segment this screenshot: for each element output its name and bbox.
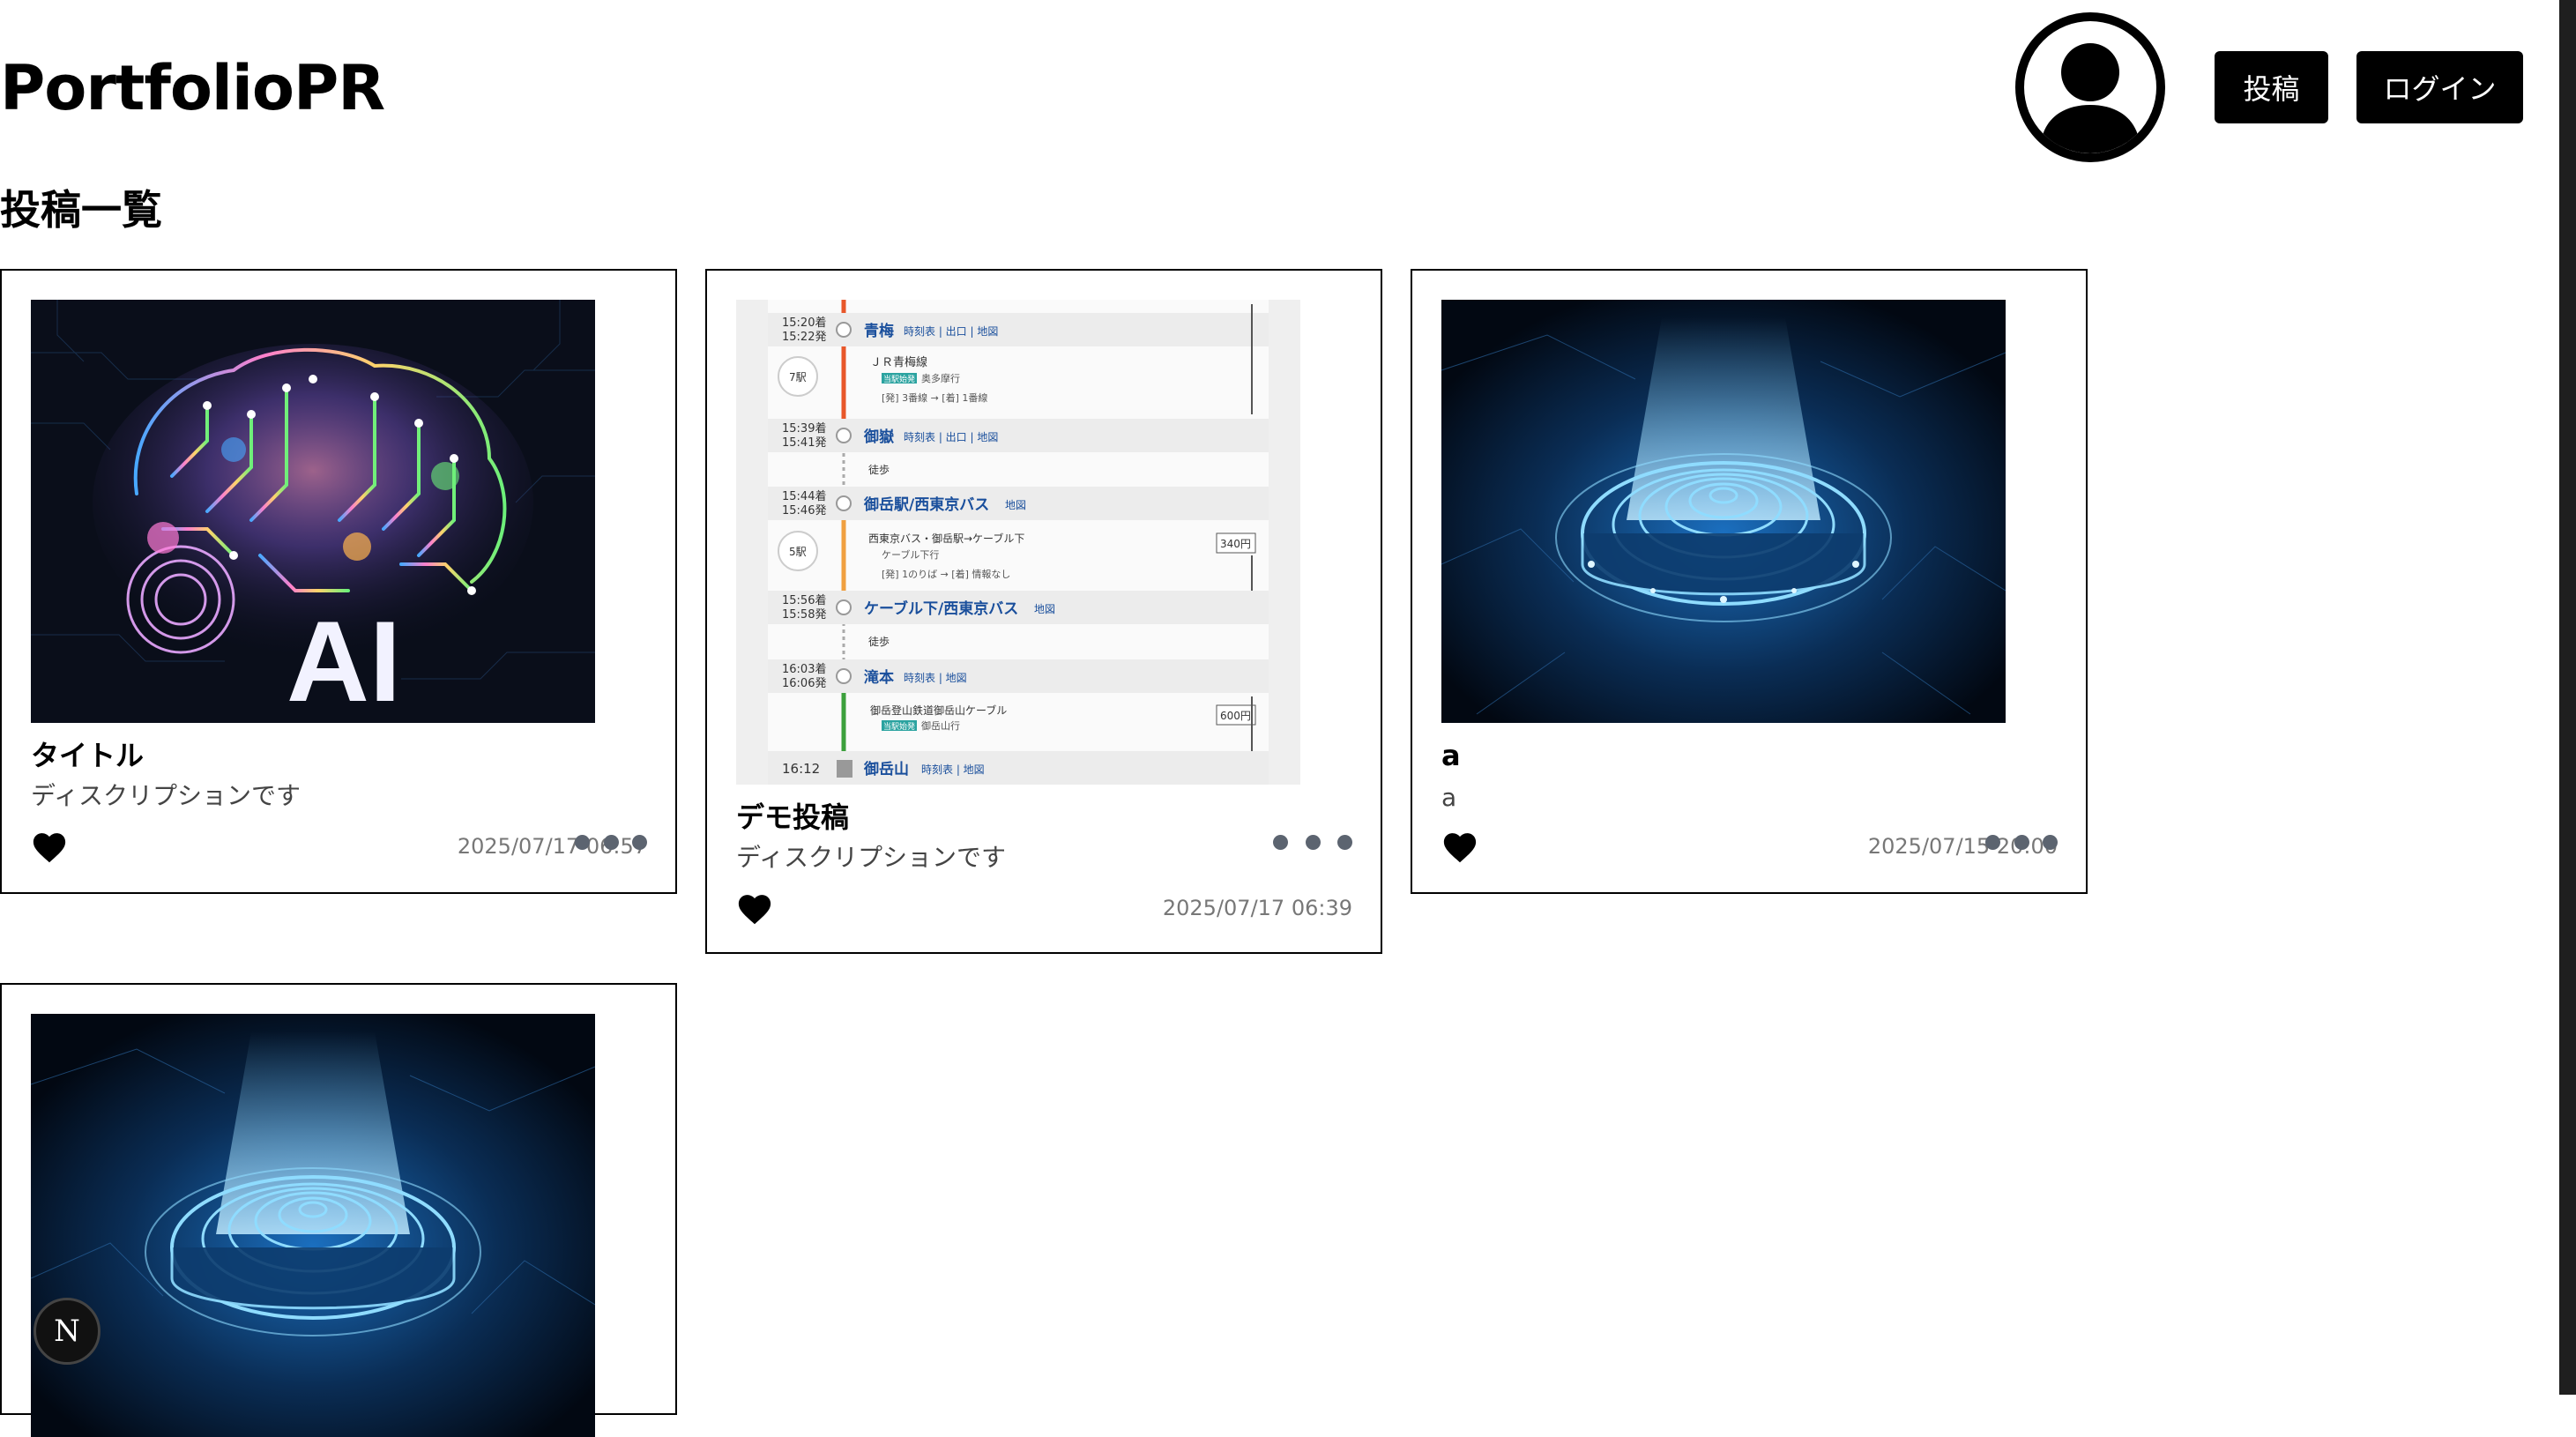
station-name[interactable]: 滝本: [864, 668, 894, 687]
post-card[interactable]: [0, 983, 677, 1437]
more-options-icon[interactable]: [575, 833, 647, 851]
station-links[interactable]: 地図: [1034, 603, 1055, 615]
more-options-icon[interactable]: [1985, 833, 2058, 851]
line-destination: 奥多摩行: [921, 372, 960, 384]
station-links[interactable]: 時刻表 | 地図: [904, 672, 967, 684]
fare-label: 600円: [1220, 710, 1251, 722]
cyber-hologram-platform-image: [31, 1014, 595, 1437]
station-name[interactable]: 御岳駅/西東京バス: [863, 495, 989, 514]
user-avatar-icon[interactable]: [2015, 12, 2165, 162]
dev-tools-badge[interactable]: N: [34, 1298, 101, 1365]
walk-label: 徒歩: [868, 463, 890, 476]
line-name: 西東京バス・御岳駅→ケーブル下: [868, 532, 1024, 545]
page-heading: 投稿一覧: [0, 186, 162, 234]
station-name[interactable]: 御嶽: [863, 428, 895, 446]
train-route-screenshot-image: 15:20着 15:22発 青梅 時刻表 | 出口 | 地図 7駅 ＪＲ青梅線 …: [736, 300, 1300, 785]
post-title[interactable]: タイトル: [31, 738, 144, 773]
stop-time: 15:58発: [782, 608, 826, 622]
stop-time: 15:20着: [782, 316, 826, 330]
platform-info: [発] 3番線 → [着] 1番線: [882, 391, 987, 404]
more-options-icon[interactable]: [1273, 833, 1352, 851]
station-name[interactable]: 御岳山: [863, 760, 909, 778]
line-name: ＪＲ青梅線: [870, 355, 927, 369]
post-description: ディスクリプションです: [736, 843, 1007, 872]
post-description: ディスクリプションです: [31, 781, 302, 810]
post-card[interactable]: AI タイトル ディスクリプションです 2025/07/17 06:57: [0, 269, 677, 894]
station-links[interactable]: 地図: [1005, 499, 1026, 511]
ai-label: AI: [287, 597, 401, 723]
station-name[interactable]: 青梅: [864, 322, 894, 340]
post-card[interactable]: a a 2025/07/15 20:00: [1411, 269, 2088, 894]
post-card[interactable]: 15:20着 15:22発 青梅 時刻表 | 出口 | 地図 7駅 ＪＲ青梅線 …: [705, 269, 1382, 954]
ai-brain-circuit-image: AI: [31, 300, 595, 723]
direct-label: 当駅始発: [883, 721, 915, 732]
login-button[interactable]: ログイン: [2356, 51, 2523, 123]
stop-time: 15:22発: [782, 331, 826, 344]
post-description: a: [1441, 783, 1457, 812]
platform-info: [発] 1のりば → [着] 情報なし: [882, 568, 1010, 580]
heart-icon[interactable]: [736, 892, 773, 926]
line-destination: 御岳山行: [921, 719, 960, 732]
post-date: 2025/07/17 06:39: [1162, 896, 1352, 920]
station-count: 5駅: [789, 546, 807, 558]
stop-time: 15:41発: [782, 436, 826, 450]
site-title[interactable]: PortfolioPR: [0, 51, 385, 125]
station-name[interactable]: ケーブル下/西東京バス: [864, 599, 1018, 618]
stop-time: 15:56着: [782, 593, 826, 607]
line-name: 御岳登山鉄道御岳山ケーブル: [870, 704, 1007, 717]
station-links[interactable]: 時刻表 | 出口 | 地図: [904, 325, 998, 338]
walk-label: 徒歩: [868, 635, 890, 648]
fare-label: 340円: [1220, 538, 1251, 550]
stop-time: 16:06発: [782, 677, 826, 690]
cyber-hologram-platform-image: [1441, 300, 2006, 723]
station-links[interactable]: 時刻表 | 出口 | 地図: [904, 431, 998, 443]
line-destination: ケーブル下行: [882, 548, 939, 561]
stop-time: 16:12: [782, 761, 820, 777]
window-edge: [2559, 0, 2576, 1395]
heart-icon[interactable]: [1441, 830, 1478, 864]
station-count: 7駅: [789, 371, 807, 383]
post-title[interactable]: デモ投稿: [736, 800, 849, 835]
post-title[interactable]: a: [1441, 738, 1461, 773]
station-links[interactable]: 時刻表 | 地図: [921, 763, 985, 776]
direct-label: 当駅始発: [883, 374, 915, 384]
post-button[interactable]: 投稿: [2215, 51, 2328, 123]
heart-icon[interactable]: [31, 830, 68, 864]
stop-time: 15:39着: [782, 421, 826, 436]
stop-time: 15:46発: [782, 504, 826, 517]
stop-time: 16:03着: [782, 662, 826, 676]
stop-time: 15:44着: [782, 489, 826, 503]
